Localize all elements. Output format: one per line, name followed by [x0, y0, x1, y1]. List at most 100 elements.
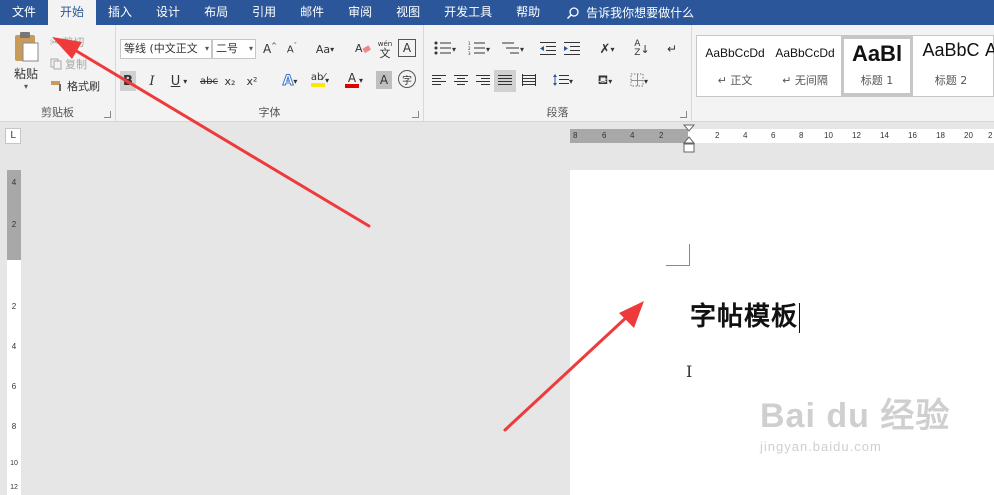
paste-label: 粘贴 [13, 67, 38, 81]
superscript-button[interactable]: x² [244, 71, 260, 91]
style-sample: AaBbCcDd [775, 46, 835, 60]
style-title[interactable]: A [985, 36, 994, 96]
increase-indent-button[interactable] [562, 39, 582, 59]
format-painter-button[interactable]: 格式刷 [50, 77, 100, 95]
tab-selector[interactable]: L [5, 128, 21, 144]
indent-markers-icon[interactable] [682, 124, 696, 154]
font-size-combo[interactable]: 二号 ▾ [212, 39, 256, 59]
grow-font-button[interactable]: A^ [262, 39, 278, 59]
paragraph-launcher-icon[interactable] [680, 111, 687, 118]
document-text[interactable]: 字帖模板 [690, 296, 801, 333]
font-color-button[interactable]: A ▾ [340, 69, 368, 91]
vertical-ruler[interactable]: 4 2 2 4 6 8 10 12 [7, 170, 21, 495]
tab-design[interactable]: 设计 [144, 0, 192, 25]
text-effects-icon: A [282, 73, 294, 90]
numbering-button[interactable]: 123 ▾ [464, 39, 494, 59]
align-right-icon [476, 74, 490, 89]
font-name-value: 等线 (中文正文 [124, 42, 198, 55]
copy-icon [50, 58, 62, 70]
horizontal-ruler[interactable]: 8 6 4 2 2 4 6 8 10 12 14 16 18 20 2 [570, 129, 994, 143]
tell-me-text: 告诉我你想要做什么 [586, 6, 695, 20]
tab-mailings[interactable]: 邮件 [288, 0, 336, 25]
style-no-spacing[interactable]: AaBbCcDd ↵ 无间隔 [771, 36, 839, 96]
tab-references[interactable]: 引用 [240, 0, 288, 25]
enclose-characters-button[interactable]: 字 [398, 70, 416, 88]
style-normal[interactable]: AaBbCcDd ↵ 正文 [701, 36, 769, 96]
tell-me-box[interactable]: 告诉我你想要做什么 [552, 0, 694, 25]
line-spacing-button[interactable]: ▾ [548, 71, 578, 91]
style-name: ↵ 无间隔 [782, 74, 828, 87]
chevron-down-icon: ▾ [325, 75, 330, 85]
styles-gallery: AaBbCcDd ↵ 正文 AaBbCcDd ↵ 无间隔 AaBl 标题 1 A… [696, 35, 994, 97]
clipboard-launcher-icon[interactable] [104, 111, 111, 118]
borders-icon [630, 73, 644, 90]
character-shading-button[interactable]: A [376, 71, 392, 89]
bold-label: B [123, 73, 133, 89]
font-group-label: 字体 [258, 106, 281, 119]
ruler-label: 2 [988, 131, 993, 140]
grow-font-icon: A^ [262, 42, 278, 56]
tab-view[interactable]: 视图 [384, 0, 432, 25]
ruler-label: 12 [10, 484, 18, 491]
phonetic-guide-button[interactable]: wén 文 [376, 37, 394, 61]
multilevel-list-button[interactable]: ▾ [498, 39, 528, 59]
cut-label: 剪切 [62, 36, 85, 49]
align-right-button[interactable] [474, 71, 492, 91]
justify-button[interactable] [494, 70, 516, 92]
bullets-button[interactable]: ▾ [430, 39, 460, 59]
clipboard-group-label: 剪贴板 [41, 106, 74, 119]
tab-home[interactable]: 开始 [48, 0, 97, 25]
asian-layout-icon: ✗ [599, 41, 611, 57]
ruler-label: 4 [743, 131, 748, 140]
paintbrush-icon [50, 80, 64, 92]
distributed-icon [522, 73, 536, 89]
copy-button[interactable]: 复制 [50, 55, 87, 73]
enclosed-character-button[interactable]: A [398, 39, 416, 57]
watermark-url: jingyan.baidu.com [760, 439, 882, 454]
ruler-label: 20 [964, 131, 973, 140]
chevron-down-icon: ▾ [293, 76, 298, 86]
tab-layout[interactable]: 布局 [192, 0, 240, 25]
tab-developer[interactable]: 开发工具 [432, 0, 504, 25]
svg-text:3: 3 [468, 51, 471, 55]
align-left-button[interactable] [430, 71, 448, 91]
font-launcher-icon[interactable] [412, 111, 419, 118]
document-heading[interactable]: 字帖模板 [690, 302, 798, 332]
cut-button[interactable]: ✂ 剪切 [50, 33, 84, 51]
strikethrough-button[interactable]: abc [198, 71, 220, 91]
show-marks-button[interactable]: ↵ [664, 39, 680, 59]
text-effects-button[interactable]: A ▾ [276, 71, 304, 91]
change-case-label: Aa [315, 42, 331, 56]
shading-button[interactable]: ⛾ ▾ [590, 71, 620, 91]
italic-button[interactable]: I [144, 71, 160, 91]
distributed-button[interactable] [520, 71, 538, 91]
strike-label: abc [200, 75, 218, 87]
change-case-button[interactable]: Aa ▾ [310, 39, 340, 59]
superscript-label: x² [246, 74, 258, 88]
asian-layout-button[interactable]: ✗ ▾ [592, 39, 622, 59]
style-heading-1[interactable]: AaBl 标题 1 [841, 36, 913, 96]
increase-indent-icon [564, 41, 580, 58]
highlight-button[interactable]: ab⁄ ▾ [306, 69, 334, 91]
decrease-indent-button[interactable] [538, 39, 558, 59]
chevron-down-icon: ▾ [330, 44, 335, 54]
paste-button[interactable]: 粘贴 ▾ [6, 31, 46, 101]
clear-formatting-button[interactable]: A [354, 39, 372, 59]
font-name-combo[interactable]: 等线 (中文正文 ▾ [120, 39, 212, 59]
sort-button[interactable]: A Z ↓ [632, 39, 652, 59]
underline-button[interactable]: U ▾ [166, 71, 192, 91]
style-heading-2[interactable]: AaBbC 标题 2 [917, 36, 985, 96]
subscript-button[interactable]: x₂ [222, 71, 238, 91]
shrink-font-button[interactable]: Aˇ [284, 39, 300, 59]
bold-button[interactable]: B [120, 71, 136, 91]
style-sample: A [985, 40, 994, 60]
ibeam-cursor-icon: I [686, 362, 693, 381]
search-icon [566, 6, 580, 20]
tab-review[interactable]: 审阅 [336, 0, 384, 25]
tab-help[interactable]: 帮助 [504, 0, 552, 25]
tab-insert[interactable]: 插入 [96, 0, 144, 25]
borders-button[interactable]: ▾ [624, 71, 654, 91]
ruler-label: 4 [630, 131, 635, 140]
tab-file[interactable]: 文件 [0, 0, 48, 25]
align-center-button[interactable] [452, 71, 470, 91]
